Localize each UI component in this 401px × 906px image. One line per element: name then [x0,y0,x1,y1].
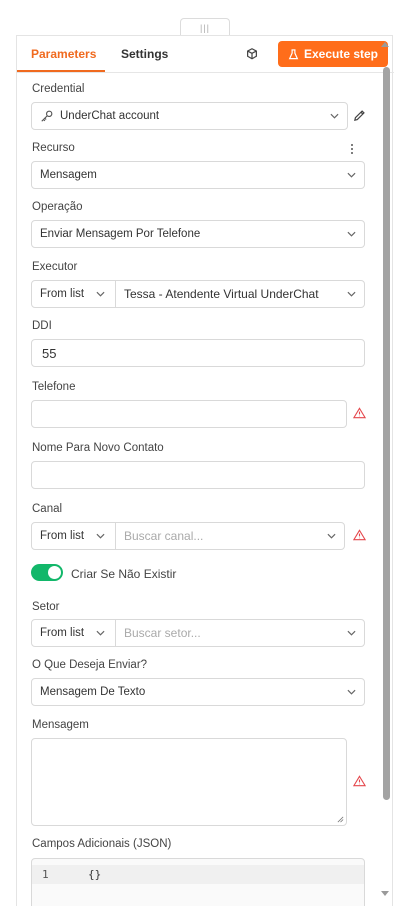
flask-icon [288,48,299,59]
chevron-down-icon[interactable] [327,533,336,539]
scroll-up-arrow[interactable] [381,42,389,47]
operacao-label: Operação [32,201,83,213]
execute-step-button[interactable]: Execute step [278,41,388,67]
chevron-down-icon[interactable] [347,630,356,636]
setor-mode-select[interactable]: From list [32,627,84,639]
chevron-down-icon [96,630,105,636]
operacao-value: Enviar Mensagem Por Telefone [40,228,201,240]
chevron-down-icon [96,291,105,297]
telefone-input[interactable] [31,400,347,428]
handle-glyph: ||| [199,22,210,33]
cube-icon[interactable] [245,47,259,61]
deseja-enviar-select[interactable]: Mensagem De Texto [31,678,365,706]
mensagem-label: Mensagem [32,719,89,731]
mensagem-textarea[interactable] [31,738,347,826]
tab-settings[interactable]: Settings [121,47,168,61]
deseja-enviar-value: Mensagem De Texto [40,686,146,698]
tab-bar: Parameters Settings Execute step [17,36,394,73]
key-icon [41,110,53,122]
warning-icon [353,529,366,541]
chevron-down-icon [347,231,356,237]
canal-resource-locator: From list Buscar canal... [31,522,345,550]
canal-label: Canal [32,503,63,515]
recurso-select[interactable]: Mensagem [31,161,365,189]
warning-icon [353,407,366,419]
resize-handle-icon[interactable] [337,816,344,823]
warning-icon [353,775,366,787]
scroll-down-arrow[interactable] [381,891,389,896]
toggle-knob [48,566,61,579]
chevron-down-icon [330,113,339,119]
json-code: {} [88,868,102,881]
setor-search[interactable]: Buscar setor... [116,626,201,640]
deseja-enviar-label: O Que Deseja Enviar? [32,659,148,671]
campos-json-editor[interactable]: 1 {} [31,858,365,906]
recurso-label: Recurso [32,142,75,154]
executor-mode-select[interactable]: From list [32,288,84,300]
ddi-value: 55 [42,345,57,361]
scrollbar-thumb[interactable] [383,67,390,800]
setor-label: Setor [32,601,60,613]
tab-parameters[interactable]: Parameters [31,47,96,61]
ddi-label: DDI [32,320,52,332]
credential-value: UnderChat account [60,110,160,122]
active-tab-indicator [17,70,105,72]
pencil-edit-icon[interactable] [353,109,366,122]
mensagem-value [32,739,40,745]
credential-label: Credential [32,83,85,95]
recurso-value: Mensagem [40,169,97,181]
chevron-down-icon [347,172,356,178]
active-line-highlight [32,865,364,884]
criar-label: Criar Se Não Existir [71,567,177,581]
telefone-label: Telefone [32,381,76,393]
criar-toggle[interactable] [31,564,63,581]
executor-label: Executor [32,261,78,273]
node-parameters-panel: Parameters Settings Execute step Credent… [16,35,394,906]
executor-value[interactable]: Tessa - Atendente Virtual UnderChat [116,287,319,301]
more-options-icon[interactable] [349,143,355,155]
executor-resource-locator: From list Tessa - Atendente Virtual Unde… [31,280,365,308]
setor-resource-locator: From list Buscar setor... [31,619,365,647]
canal-search[interactable]: Buscar canal... [116,529,203,543]
canal-mode-select[interactable]: From list [32,530,84,542]
chevron-down-icon [347,689,356,695]
ddi-input[interactable]: 55 [31,339,365,367]
chevron-down-icon [96,533,105,539]
nome-contato-input[interactable] [31,461,365,489]
credential-select[interactable]: UnderChat account [31,102,348,130]
panel-drag-handle[interactable]: ||| [180,18,230,36]
chevron-down-icon[interactable] [347,291,356,297]
operacao-select[interactable]: Enviar Mensagem Por Telefone [31,220,365,248]
execute-step-label: Execute step [303,47,379,61]
line-number: 1 [42,868,49,881]
campos-label: Campos Adicionais (JSON) [32,838,172,850]
nome-contato-label: Nome Para Novo Contato [32,442,164,454]
